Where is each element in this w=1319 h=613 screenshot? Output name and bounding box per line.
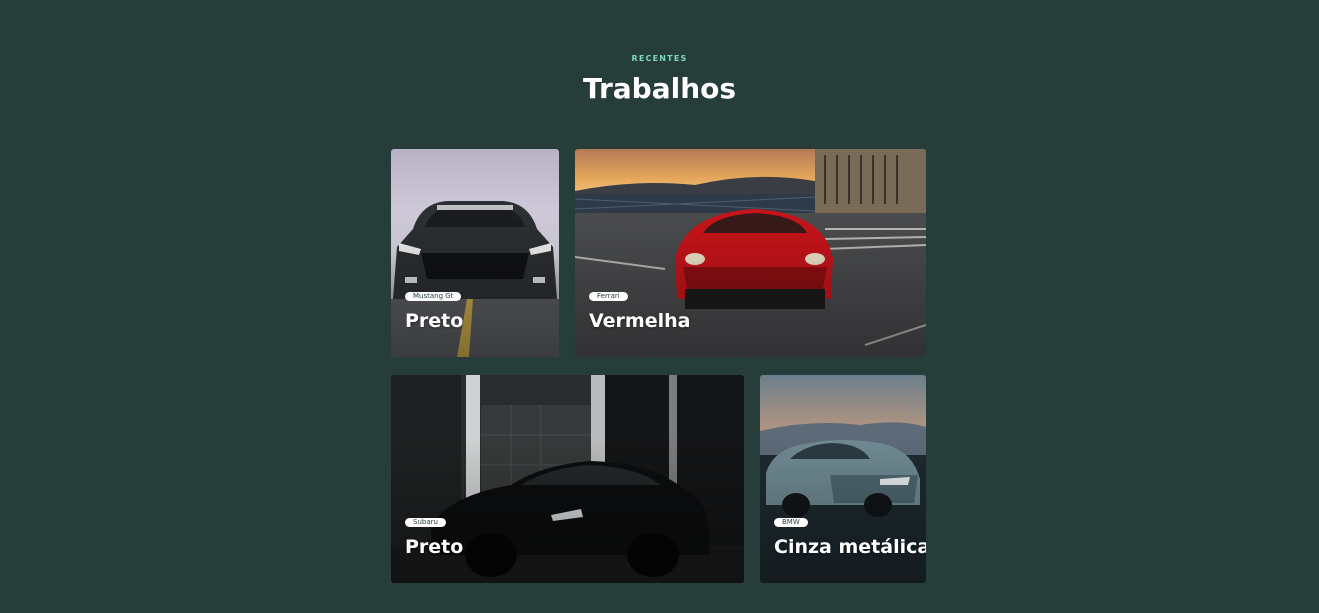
card-shade xyxy=(575,211,926,357)
section-title: Trabalhos xyxy=(582,72,737,105)
card-shade xyxy=(391,211,559,357)
section-eyebrow: RECENTES xyxy=(631,54,688,63)
card-shade xyxy=(760,437,926,583)
card-tag: BMW xyxy=(774,518,808,527)
card-title: Vermelha xyxy=(589,310,691,332)
work-card-bmw[interactable]: BMW Cinza metálica xyxy=(760,375,926,583)
card-title: Preto xyxy=(405,536,464,558)
work-card-subaru[interactable]: Subaru Preto xyxy=(391,375,744,583)
card-tag: Subaru xyxy=(405,518,446,527)
work-card-ferrari[interactable]: Ferrari Vermelha xyxy=(575,149,926,357)
card-title: Cinza metálica xyxy=(774,536,926,558)
work-card-mustang[interactable]: Mustang Gt Preto xyxy=(391,149,559,357)
card-shade xyxy=(391,437,744,583)
card-title: Preto xyxy=(405,310,464,332)
card-tag: Mustang Gt xyxy=(405,292,462,301)
card-tag: Ferrari xyxy=(589,292,628,301)
